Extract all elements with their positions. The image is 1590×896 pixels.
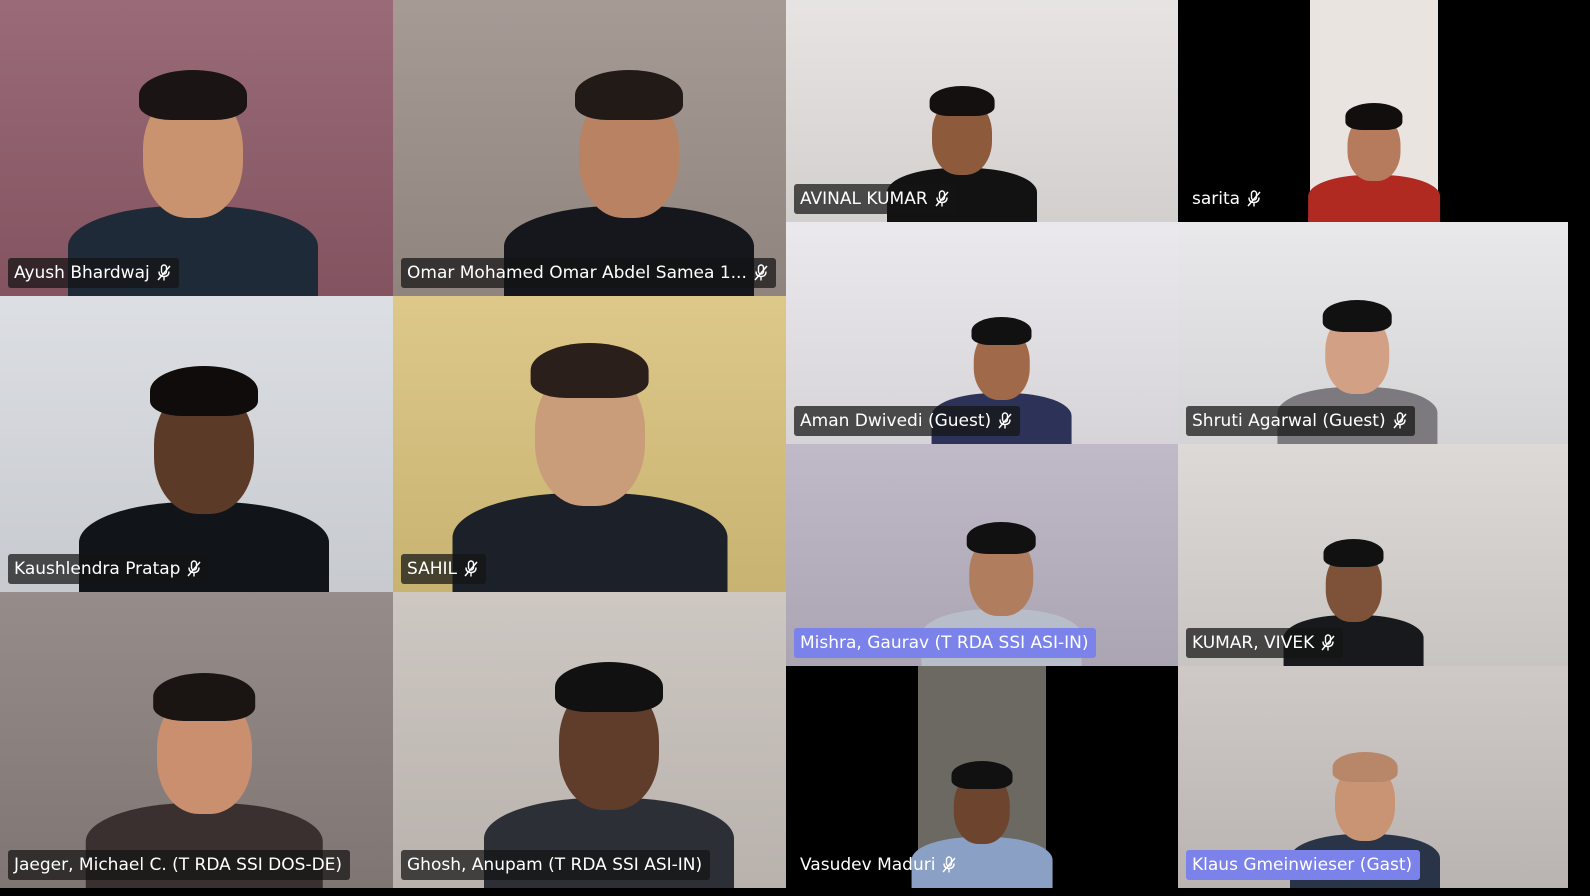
- participant-name-label: Jaeger, Michael C. (T RDA SSI DOS-DE): [8, 850, 351, 880]
- participant-tile[interactable]: Mishra, Gaurav (T RDA SSI ASI-IN): [786, 444, 1178, 666]
- participant-video: [0, 0, 393, 296]
- participant-tile[interactable]: SAHIL: [393, 296, 786, 592]
- participant-name-label: Vasudev Maduri: [794, 850, 964, 880]
- participant-video: [393, 296, 786, 592]
- mic-off-icon: [1393, 412, 1407, 430]
- participant-name-label: Klaus Gmeinwieser (Gast): [1186, 850, 1421, 880]
- participant-tile[interactable]: Kaushlendra Pratap: [0, 296, 393, 592]
- participant-video: [393, 0, 786, 296]
- participant-name: Ghosh, Anupam (T RDA SSI ASI-IN): [407, 855, 703, 875]
- participant-name-label: Ghosh, Anupam (T RDA SSI ASI-IN): [401, 850, 711, 880]
- participant-name-label: KUMAR, VIVEK: [1186, 628, 1344, 658]
- participant-name: SAHIL: [407, 559, 458, 579]
- participant-avatar: [479, 618, 739, 888]
- participant-name: AVINAL KUMAR: [800, 189, 928, 209]
- participant-avatar: [74, 322, 334, 592]
- participant-name: KUMAR, VIVEK: [1192, 633, 1315, 653]
- mic-off-icon: [754, 264, 768, 282]
- participant-name-label: Kaushlendra Pratap: [8, 554, 210, 584]
- mic-off-icon: [998, 412, 1012, 430]
- mic-off-icon: [187, 560, 202, 578]
- participant-tile[interactable]: sarita: [1178, 0, 1568, 222]
- mic-off-icon: [464, 560, 478, 578]
- participant-name: Aman Dwivedi (Guest): [800, 411, 992, 431]
- participant-name-label: Shruti Agarwal (Guest): [1186, 406, 1415, 436]
- participant-tile[interactable]: AVINAL KUMAR: [786, 0, 1178, 222]
- participant-tile[interactable]: Ayush Bhardwaj: [0, 0, 393, 296]
- participant-tile[interactable]: Ghosh, Anupam (T RDA SSI ASI-IN): [393, 592, 786, 888]
- participant-name: Klaus Gmeinwieser (Gast): [1192, 855, 1413, 875]
- participant-tile[interactable]: KUMAR, VIVEK: [1178, 444, 1568, 666]
- participant-name-label: Aman Dwivedi (Guest): [794, 406, 1021, 436]
- video-gallery: Ayush Bhardwaj Omar Mohamed Omar Abdel Sa…: [0, 0, 1590, 896]
- participant-name-label: sarita: [1186, 184, 1269, 214]
- participant-name: Kaushlendra Pratap: [14, 559, 181, 579]
- participant-tile[interactable]: Aman Dwivedi (Guest): [786, 222, 1178, 444]
- participant-avatar: [447, 296, 733, 592]
- participant-name-label: SAHIL: [401, 554, 487, 584]
- participant-video: [1308, 0, 1440, 222]
- participant-tile[interactable]: Klaus Gmeinwieser (Gast): [1178, 666, 1568, 888]
- participant-avatar: [63, 26, 323, 296]
- participant-name: Vasudev Maduri: [800, 855, 936, 875]
- participant-name: Mishra, Gaurav (T RDA SSI ASI-IN): [800, 633, 1089, 653]
- participant-tile[interactable]: Jaeger, Michael C. (T RDA SSI DOS-DE): [0, 592, 393, 888]
- participant-name: Shruti Agarwal (Guest): [1192, 411, 1386, 431]
- participant-name-label: Omar Mohamed Omar Abdel Samea 1...: [401, 258, 776, 288]
- participant-avatar: [499, 26, 759, 296]
- participant-video: [393, 592, 786, 888]
- mic-off-icon: [157, 264, 171, 282]
- mic-off-icon: [1321, 634, 1335, 652]
- participant-name: Ayush Bhardwaj: [14, 263, 150, 283]
- participant-name: Jaeger, Michael C. (T RDA SSI DOS-DE): [14, 855, 343, 875]
- mic-off-icon: [935, 190, 949, 208]
- participant-tile[interactable]: Shruti Agarwal (Guest): [1178, 222, 1568, 444]
- participant-tile[interactable]: Omar Mohamed Omar Abdel Samea 1...: [393, 0, 786, 296]
- participant-name: Omar Mohamed Omar Abdel Samea 1...: [407, 263, 747, 283]
- mic-off-icon: [942, 856, 957, 874]
- participant-avatar: [1306, 80, 1443, 222]
- participant-name-label: Mishra, Gaurav (T RDA SSI ASI-IN): [794, 628, 1097, 658]
- participant-video: [0, 296, 393, 592]
- mic-off-icon: [1247, 190, 1261, 208]
- participant-tile[interactable]: Vasudev Maduri: [786, 666, 1178, 888]
- participant-name-label: Ayush Bhardwaj: [8, 258, 179, 288]
- participant-video: [0, 592, 393, 888]
- participant-name-label: AVINAL KUMAR: [794, 184, 957, 214]
- participant-name: sarita: [1192, 189, 1241, 209]
